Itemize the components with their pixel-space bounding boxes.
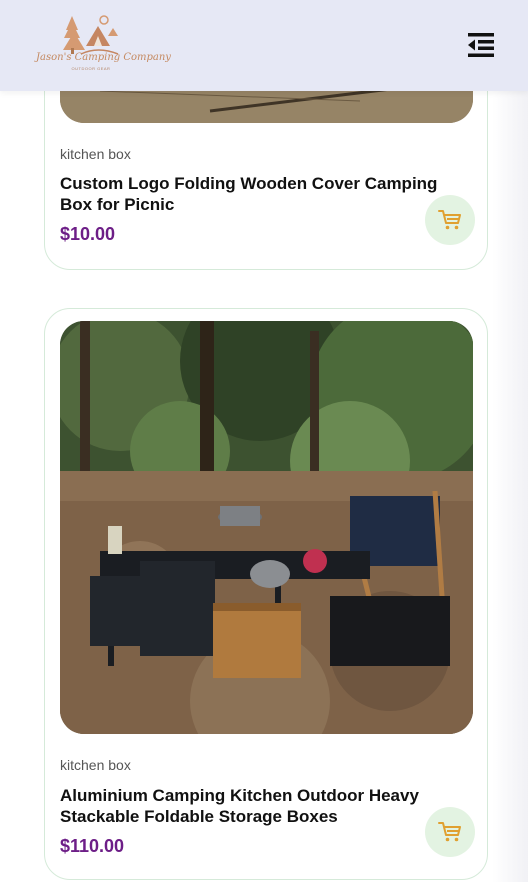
product-price: $10.00 (60, 224, 116, 244)
site-header: Jason's Camping Company OUTDOOR GEAR (0, 0, 528, 91)
product-image[interactable] (60, 321, 473, 734)
product-title[interactable]: Custom Logo Folding Wooden Cover Camping… (60, 173, 450, 215)
cart-icon (438, 210, 461, 230)
product-category: kitchen box (60, 146, 131, 162)
menu-button[interactable] (466, 30, 496, 60)
product-title[interactable]: Aluminium Camping Kitchen Outdoor Heavy … (60, 785, 450, 827)
add-to-cart-button[interactable] (425, 195, 475, 245)
product-card[interactable]: kitchen box Aluminium Camping Kitchen Ou… (44, 308, 488, 880)
logo-tagline: OUTDOOR GEAR (71, 66, 111, 71)
product-price: $110.00 (60, 836, 125, 856)
add-to-cart-button[interactable] (425, 807, 475, 857)
logo-wordmark: Jason's Camping Company (36, 52, 171, 63)
product-category: kitchen box (60, 757, 131, 773)
cart-icon (438, 822, 461, 842)
camping-kitchen-image (60, 321, 473, 734)
page-edge-shadow (492, 91, 528, 882)
menu-collapse-icon (468, 33, 494, 57)
